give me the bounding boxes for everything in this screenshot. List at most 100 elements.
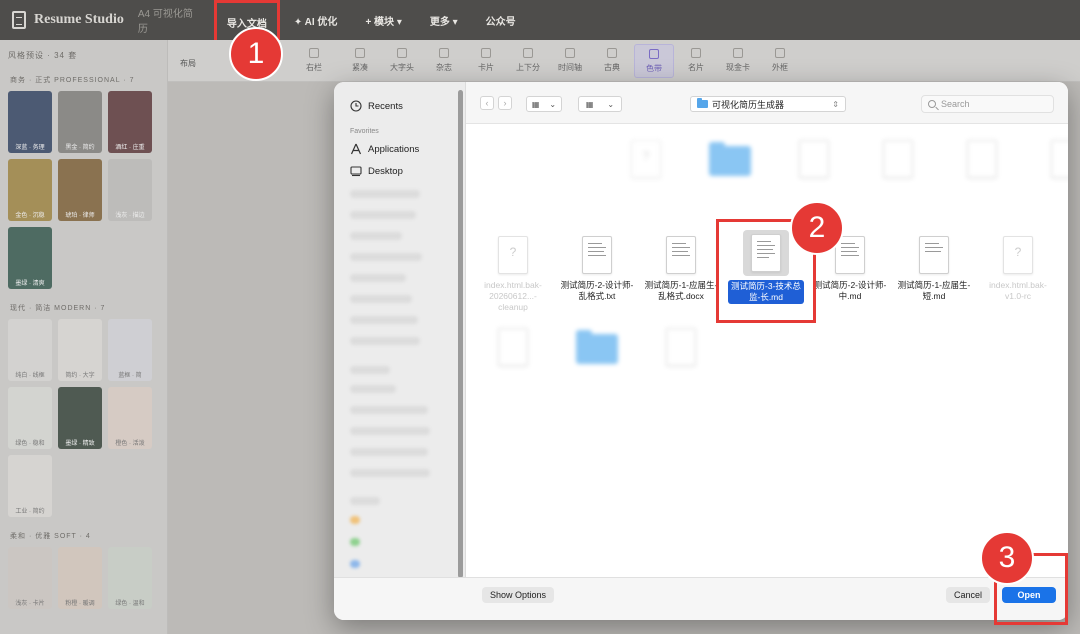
- folder-item-blurred[interactable]: [559, 328, 635, 372]
- view-mode-button[interactable]: ▦ ⌄: [526, 96, 562, 112]
- search-field[interactable]: Search: [921, 95, 1054, 113]
- sidebar-item-blurred[interactable]: [350, 385, 396, 393]
- step2-badge: 2: [790, 201, 844, 255]
- folder-path-selector[interactable]: 可视化简历生成器 ⇕: [690, 96, 846, 112]
- sidebar-item-recents[interactable]: Recents: [350, 100, 403, 112]
- style-thumb[interactable]: 橙色 · 活泼: [108, 387, 152, 449]
- layout-option[interactable]: 上下分: [508, 48, 548, 73]
- layout-option-label: 外框: [772, 63, 788, 72]
- sidebar-item-blurred[interactable]: [350, 497, 380, 505]
- layout-option[interactable]: 现金卡: [718, 48, 758, 73]
- layout-option[interactable]: 大字头: [382, 48, 422, 73]
- sidebar-item-blurred[interactable]: [350, 406, 428, 414]
- folder-icon: [709, 142, 751, 176]
- sidebar-item-applications[interactable]: Applications: [350, 143, 419, 155]
- section-modern: 现代 · 简洁 MODERN · 7: [10, 305, 106, 312]
- step3-badge: 3: [980, 531, 1034, 585]
- sidebar-item-blurred[interactable]: [350, 190, 420, 198]
- style-thumb[interactable]: 金色 · 沉稳: [8, 159, 52, 221]
- style-thumb[interactable]: 墨绿 · 清爽: [8, 227, 52, 289]
- style-thumb-label: 酒红 · 庄重: [115, 145, 145, 151]
- layout-option-active[interactable]: 色带: [634, 44, 674, 78]
- file-item-blurred[interactable]: [776, 140, 852, 184]
- sidebar-item-blurred[interactable]: [350, 274, 406, 282]
- layout-option[interactable]: 古典: [592, 48, 632, 73]
- sidebar-item-blurred[interactable]: [350, 232, 402, 240]
- more-menu-button[interactable]: 更多 ▾: [416, 13, 472, 28]
- file-open-dialog: Recents Favorites Applications Desktop ‹…: [334, 82, 1068, 620]
- style-thumb[interactable]: 浅灰 · 卡片: [8, 547, 52, 609]
- file-item[interactable]: 测试简历-1-应届生-短.md: [896, 236, 972, 302]
- layout-toolbar: 布局 右栏 紧凑 大字头 杂志 卡片 上下分 时间轴 古典 色带 名片 现金卡 …: [168, 40, 1080, 82]
- sidebar-item-blurred[interactable]: [350, 448, 428, 456]
- file-item-blurred[interactable]: [475, 328, 551, 372]
- layout-option[interactable]: 杂志: [424, 48, 464, 73]
- sidebar-item-blurred[interactable]: [350, 253, 422, 261]
- style-thumb[interactable]: 蓝框 · 简: [108, 319, 152, 381]
- layout-icon: [565, 48, 575, 58]
- file-item-blurred[interactable]: [608, 140, 684, 184]
- style-thumb[interactable]: 黑金 · 简约: [58, 91, 102, 153]
- style-thumb-label: 浅灰 · 描边: [115, 213, 145, 219]
- file-item-blurred[interactable]: [643, 328, 719, 372]
- file-item[interactable]: 测试简历-2-设计师-乱格式.txt: [559, 236, 635, 302]
- sidebar-item-blurred[interactable]: [350, 427, 430, 435]
- unknown-file-icon: [498, 236, 528, 274]
- ai-optimize-button[interactable]: ✦ AI 优化: [280, 13, 352, 28]
- style-thumb[interactable]: 酒红 · 庄重: [108, 91, 152, 153]
- sidebar-scrollbar[interactable]: [457, 90, 463, 580]
- layout-option-label: 大字头: [390, 63, 414, 72]
- layout-option[interactable]: 右栏: [294, 48, 334, 73]
- forward-button[interactable]: ›: [498, 96, 512, 110]
- cancel-button[interactable]: Cancel: [946, 587, 991, 603]
- layout-option[interactable]: 卡片: [466, 48, 506, 73]
- sidebar-item-label: Recents: [368, 100, 403, 112]
- style-thumb[interactable]: 深蓝 · 务理: [8, 91, 52, 153]
- file-item[interactable]: index.html.bak-20260612...-cleanup: [475, 236, 551, 313]
- file-item[interactable]: index.html.bak-v1.0-rc: [980, 236, 1056, 302]
- group-mode-button[interactable]: ▦ ⌄: [578, 96, 622, 112]
- layout-option[interactable]: 外框: [760, 48, 800, 73]
- modules-menu-button[interactable]: + 模块 ▾: [351, 13, 415, 28]
- style-thumb[interactable]: 墨绿 · 精致: [58, 387, 102, 449]
- file-item-blurred[interactable]: [1028, 140, 1068, 184]
- tag-dot[interactable]: [350, 538, 360, 546]
- style-thumb[interactable]: 纯白 · 线框: [8, 319, 52, 381]
- sidebar-item-desktop[interactable]: Desktop: [350, 165, 403, 177]
- style-thumb[interactable]: 琥珀 · 律师: [58, 159, 102, 221]
- layout-option[interactable]: 名片: [676, 48, 716, 73]
- sidebar-item-blurred[interactable]: [350, 366, 390, 374]
- file-item-blurred[interactable]: [860, 140, 936, 184]
- show-options-button[interactable]: Show Options: [482, 587, 555, 603]
- dialog-sidebar: Recents Favorites Applications Desktop: [334, 82, 466, 580]
- style-thumb[interactable]: 浅灰 · 描边: [108, 159, 152, 221]
- sidebar-scrollbar-thumb[interactable]: [458, 90, 463, 578]
- sidebar-title: 风格预设 · 34 套: [8, 51, 78, 60]
- sidebar-item-blurred[interactable]: [350, 295, 412, 303]
- chevron-down-icon: ⌄: [549, 99, 557, 109]
- file-item-blurred[interactable]: [944, 140, 1020, 184]
- sidebar-item-blurred[interactable]: [350, 211, 416, 219]
- style-thumb[interactable]: 工业 · 简约: [8, 455, 52, 517]
- style-thumb[interactable]: 粉橙 · 暖调: [58, 547, 102, 609]
- tag-dot[interactable]: [350, 516, 360, 524]
- file-name: 测试简历-2-设计师-中.md: [813, 280, 887, 301]
- sidebar-item-blurred[interactable]: [350, 469, 430, 477]
- folder-item-blurred[interactable]: [692, 140, 768, 184]
- style-thumb[interactable]: 绿色 · 稳和: [8, 387, 52, 449]
- official-account-button[interactable]: 公众号: [472, 13, 530, 28]
- back-button[interactable]: ‹: [480, 96, 494, 110]
- layout-icon: [355, 48, 365, 58]
- layout-option[interactable]: 时间轴: [550, 48, 590, 73]
- file-icon: [631, 140, 661, 178]
- style-thumb[interactable]: 简约 · 大字: [58, 319, 102, 381]
- sidebar-item-blurred[interactable]: [350, 316, 418, 324]
- file-item[interactable]: 测试简历-1-应届生-乱格式.docx: [643, 236, 719, 302]
- tag-dot[interactable]: [350, 560, 360, 568]
- sidebar-item-blurred[interactable]: [350, 337, 420, 345]
- dialog-toolbar: ‹ › ▦ ⌄ ▦ ⌄ 可视化简历生成器 ⇕ Search: [466, 82, 1068, 124]
- style-thumb[interactable]: 绿色 · 温和: [108, 547, 152, 609]
- document-logo-icon: [12, 11, 26, 29]
- folder-name: 可视化简历生成器: [712, 99, 785, 110]
- layout-option[interactable]: 紧凑: [340, 48, 380, 73]
